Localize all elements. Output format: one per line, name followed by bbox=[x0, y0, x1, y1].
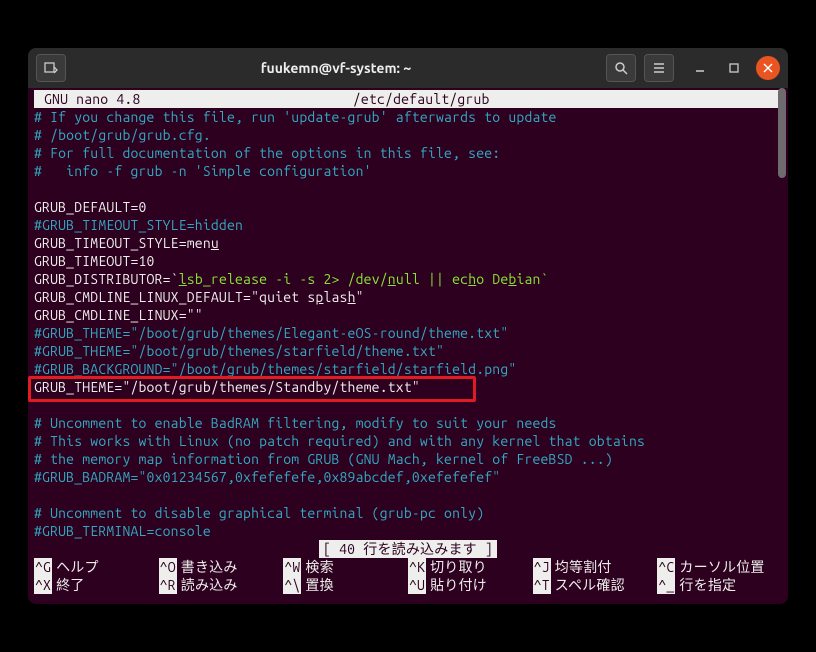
window-controls bbox=[688, 56, 780, 80]
terminal-window: fuukemn@vf-system: ~ GNU nano 4.8 / bbox=[28, 48, 788, 604]
code-line-highlighted: GRUB_THEME="/boot/grub/themes/Standby/th… bbox=[34, 378, 782, 396]
code-line: #GRUB_THEME="/boot/grub/themes/Elegant-e… bbox=[34, 324, 782, 342]
hamburger-icon bbox=[651, 60, 667, 76]
code-line: GRUB_CMDLINE_LINUX_DEFAULT="quiet splash… bbox=[34, 288, 782, 306]
shortcut-search: ^W検索 bbox=[283, 558, 408, 576]
code-line bbox=[34, 486, 782, 504]
code-line: GRUB_CMDLINE_LINUX="" bbox=[34, 306, 782, 324]
code-line: GRUB_DISTRIBUTOR=`lsb_release -i -s 2> /… bbox=[34, 270, 782, 288]
close-button[interactable] bbox=[756, 56, 780, 80]
close-icon bbox=[763, 63, 773, 73]
search-button[interactable] bbox=[606, 54, 636, 82]
menu-button[interactable] bbox=[644, 54, 674, 82]
code-line bbox=[34, 396, 782, 414]
shortcut-gotoline: ^_行を指定 bbox=[657, 576, 782, 594]
shortcut-paste: ^U貼り付け bbox=[408, 576, 533, 594]
shortcut-curpos: ^Cカーソル位置 bbox=[657, 558, 782, 576]
code-line: GRUB_TIMEOUT_STYLE=menu bbox=[34, 234, 782, 252]
code-line: GRUB_DEFAULT=0 bbox=[34, 198, 782, 216]
nano-status: [ 40 行を読み込みます ] bbox=[34, 540, 782, 558]
code-line: # This works with Linux (no patch requir… bbox=[34, 432, 782, 450]
code-line: # Uncomment to enable BadRAM filtering, … bbox=[34, 414, 782, 432]
shortcut-replace: ^\置換 bbox=[283, 576, 408, 594]
nano-filepath: /etc/default/grub bbox=[140, 90, 702, 108]
code-line bbox=[34, 180, 782, 198]
maximize-icon bbox=[729, 63, 739, 73]
scrollbar-thumb[interactable] bbox=[778, 88, 786, 178]
code-line: # If you change this file, run 'update-g… bbox=[34, 108, 782, 126]
code-line: # /boot/grub/grub.cfg. bbox=[34, 126, 782, 144]
search-icon bbox=[613, 60, 629, 76]
code-line: # For full documentation of the options … bbox=[34, 144, 782, 162]
shortcut-spell: ^Tスペル確認 bbox=[533, 576, 658, 594]
code-line: #GRUB_TIMEOUT_STYLE=hidden bbox=[34, 216, 782, 234]
minimize-button[interactable] bbox=[688, 56, 712, 80]
nano-shortcuts-row2: ^X終了 ^R読み込み ^\置換 ^U貼り付け ^Tスペル確認 ^_行を指定 bbox=[34, 576, 782, 594]
nano-app-name: GNU nano 4.8 bbox=[34, 90, 140, 108]
code-line: #GRUB_THEME="/boot/grub/themes/starfield… bbox=[34, 342, 782, 360]
shortcut-cut: ^K切り取り bbox=[408, 558, 533, 576]
scrollbar[interactable] bbox=[778, 88, 786, 604]
code-line: #GRUB_BACKGROUND="/boot/grub/themes/star… bbox=[34, 360, 782, 378]
minimize-icon bbox=[695, 63, 705, 73]
nano-shortcuts-row1: ^Gヘルプ ^O書き込み ^W検索 ^K切り取り ^J均等割付 ^Cカーソル位置 bbox=[34, 558, 782, 576]
nano-header: GNU nano 4.8 /etc/default/grub bbox=[34, 90, 782, 108]
code-line: #GRUB_BADRAM="0x01234567,0xfefefefe,0x89… bbox=[34, 468, 782, 486]
code-line: GRUB_TIMEOUT=10 bbox=[34, 252, 782, 270]
new-tab-button[interactable] bbox=[36, 54, 66, 82]
titlebar: fuukemn@vf-system: ~ bbox=[28, 48, 788, 88]
new-tab-icon bbox=[43, 60, 59, 76]
shortcut-readfile: ^R読み込み bbox=[159, 576, 284, 594]
terminal-body[interactable]: GNU nano 4.8 /etc/default/grub # If you … bbox=[28, 88, 788, 604]
code-line: #GRUB_TERMINAL=console bbox=[34, 522, 782, 540]
maximize-button[interactable] bbox=[722, 56, 746, 80]
window-title: fuukemn@vf-system: ~ bbox=[74, 60, 598, 76]
shortcut-writeout: ^O書き込み bbox=[159, 558, 284, 576]
shortcut-justify: ^J均等割付 bbox=[533, 558, 658, 576]
code-line: # Uncomment to disable graphical termina… bbox=[34, 504, 782, 522]
editor-content: GNU nano 4.8 /etc/default/grub # If you … bbox=[28, 88, 788, 594]
code-line: # info -f grub -n 'Simple configuration' bbox=[34, 162, 782, 180]
shortcut-help: ^Gヘルプ bbox=[34, 558, 159, 576]
shortcut-exit: ^X終了 bbox=[34, 576, 159, 594]
code-line: # the memory map information from GRUB (… bbox=[34, 450, 782, 468]
